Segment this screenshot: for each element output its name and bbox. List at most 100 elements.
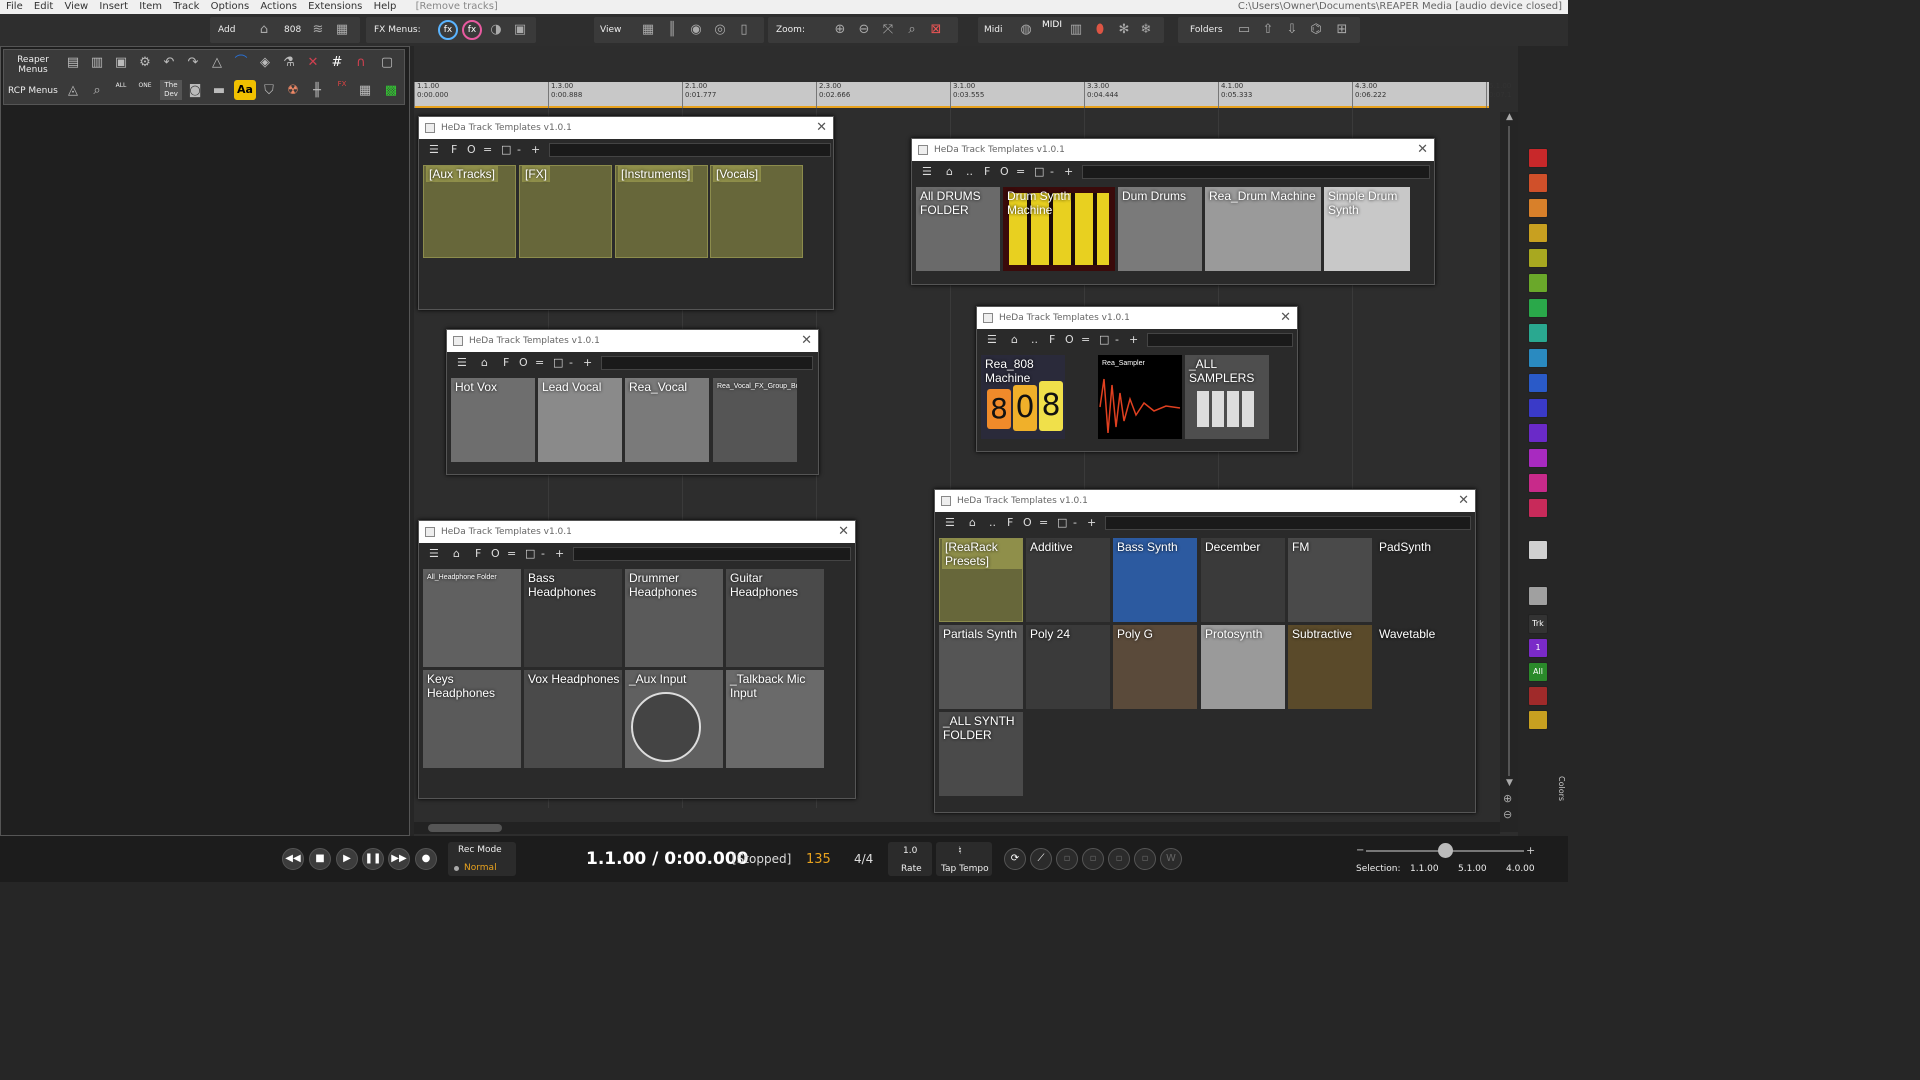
filter-button[interactable]: F: [503, 356, 509, 369]
scroll-thumb[interactable]: [428, 824, 502, 832]
pause-icon[interactable]: ❚❚: [362, 848, 384, 870]
color-swatch[interactable]: [1528, 148, 1548, 168]
template-tile[interactable]: Protosynth: [1201, 625, 1285, 709]
list-view-button[interactable]: =: [1081, 333, 1090, 346]
grid-view-icon[interactable]: ▦: [356, 82, 374, 100]
selection-start[interactable]: 1.1.00: [1410, 864, 1439, 874]
color-swatch[interactable]: [1528, 448, 1548, 468]
template-tile[interactable]: Rea_Drum Machine: [1205, 187, 1321, 271]
template-tile[interactable]: All_Headphone Folder: [423, 569, 521, 667]
folder-up-icon[interactable]: ⇧: [1260, 22, 1276, 38]
zoom-in-button[interactable]: +: [1064, 165, 1073, 178]
color-swatch[interactable]: [1528, 198, 1548, 218]
template-tile[interactable]: Partials Synth: [939, 625, 1023, 709]
options-button[interactable]: O: [467, 143, 476, 156]
close-icon[interactable]: ✕: [816, 117, 827, 139]
window-titlebar[interactable]: HeDa Track Templates v1.0.1 ✕: [447, 330, 818, 352]
list-view-button[interactable]: =: [1016, 165, 1025, 178]
reaper-menus-label[interactable]: Reaper Menus: [8, 55, 58, 75]
folder-down-icon[interactable]: ⇩: [1284, 22, 1300, 38]
envelope-icon[interactable]: ⚗: [280, 54, 298, 72]
home-icon[interactable]: ⌂: [1011, 333, 1018, 346]
tap-tempo-box[interactable]: ♮ Tap Tempo: [936, 842, 992, 876]
menu-options[interactable]: Options: [211, 0, 250, 14]
template-tile[interactable]: Hot Vox: [451, 378, 535, 462]
options-button[interactable]: O: [1023, 516, 1032, 529]
template-tile[interactable]: Rea_Vocal: [625, 378, 709, 462]
template-tile[interactable]: Drummer Headphones: [625, 569, 723, 667]
options-button[interactable]: O: [519, 356, 528, 369]
zoom-in-icon[interactable]: ⊕: [832, 22, 848, 38]
template-tile[interactable]: 8 0 8 Rea_808 Machine: [981, 355, 1065, 439]
fx-button[interactable]: FX: [332, 80, 352, 88]
option-a-icon[interactable]: ▫: [1056, 848, 1078, 870]
scroll-track[interactable]: [1508, 126, 1510, 776]
track-color-button[interactable]: Trk: [1528, 614, 1548, 634]
option-w-icon[interactable]: W: [1160, 848, 1182, 870]
zoom-out-button[interactable]: -: [569, 356, 573, 369]
undo-icon[interactable]: ↶: [160, 54, 178, 72]
lock-toolbar-icon[interactable]: ▢: [378, 54, 396, 72]
window-titlebar[interactable]: HeDa Track Templates v1.0.1 ✕: [419, 117, 833, 139]
menu-icon[interactable]: ☰: [429, 143, 439, 156]
color-swatch[interactable]: [1528, 348, 1548, 368]
color-reset-icon[interactable]: [1528, 686, 1548, 706]
palette-icon[interactable]: [1528, 710, 1548, 730]
color-swatch[interactable]: [1528, 173, 1548, 193]
filter-button[interactable]: F: [984, 165, 990, 178]
template-tile[interactable]: Guitar Headphones: [726, 569, 824, 667]
template-tile[interactable]: FM: [1288, 538, 1372, 622]
folder-tile[interactable]: [Vocals]: [710, 165, 803, 258]
controller-icon[interactable]: ▬: [210, 82, 228, 100]
playrate-slider-handle[interactable]: [1438, 843, 1453, 858]
template-tile[interactable]: PadSynth: [1375, 538, 1459, 622]
folders-label[interactable]: Folders: [1190, 25, 1223, 35]
close-icon[interactable]: ✕: [838, 521, 849, 543]
fx-browser-icon[interactable]: fx: [462, 20, 482, 40]
zoom-out-icon[interactable]: ⊖: [856, 22, 872, 38]
zoom-out-button[interactable]: -: [1115, 333, 1119, 346]
play-icon[interactable]: ▶: [336, 848, 358, 870]
calculator-icon[interactable]: ▩: [382, 82, 400, 100]
new-project-icon[interactable]: ▤: [64, 54, 82, 72]
color-swatch[interactable]: [1528, 423, 1548, 443]
color-swatch[interactable]: [1528, 586, 1548, 606]
list-view-button[interactable]: =: [535, 356, 544, 369]
search-icon[interactable]: ⌕: [88, 82, 106, 100]
record-icon[interactable]: ●: [415, 848, 437, 870]
home-icon[interactable]: ⌂: [453, 547, 460, 560]
zoom-fit-icon[interactable]: ⤧: [880, 22, 896, 38]
list-view-button[interactable]: =: [507, 547, 516, 560]
save-icon[interactable]: ▣: [112, 54, 130, 72]
zoom-out-icon[interactable]: ⊖: [1503, 808, 1512, 821]
folder-tree-icon[interactable]: ⌬: [1308, 22, 1324, 38]
color-swatch[interactable]: [1528, 323, 1548, 343]
zoom-in-button[interactable]: +: [1129, 333, 1138, 346]
filter-button[interactable]: F: [1049, 333, 1055, 346]
menu-item[interactable]: Item: [139, 0, 162, 14]
grid-view-button[interactable]: □: [1099, 333, 1109, 346]
zoom-selection-icon[interactable]: ⌕: [904, 22, 920, 38]
template-tile[interactable]: Poly 24: [1026, 625, 1110, 709]
template-tile[interactable]: Rea_Sampler: [1098, 355, 1182, 439]
automation-icon[interactable]: ⟋: [1030, 848, 1052, 870]
template-tile[interactable]: _ALL SAMPLERS: [1185, 355, 1269, 439]
color-swatch[interactable]: [1528, 540, 1548, 560]
loop-icon[interactable]: ⟳: [1004, 848, 1026, 870]
redo-icon[interactable]: ↷: [184, 54, 202, 72]
color-swatch[interactable]: [1528, 273, 1548, 293]
rate-box[interactable]: 1.0 Rate: [888, 842, 932, 876]
selection-end[interactable]: 5.1.00: [1458, 864, 1487, 874]
freeze-icon[interactable]: ❄: [1138, 22, 1154, 38]
scroll-down-icon[interactable]: ▼: [1506, 778, 1513, 788]
zoom-out-button[interactable]: -: [1050, 165, 1054, 178]
home-icon[interactable]: ⌂: [481, 356, 488, 369]
folder-tile[interactable]: [FX]: [519, 165, 612, 258]
scroll-up-icon[interactable]: ▲: [1506, 112, 1513, 122]
zoom-in-button[interactable]: +: [1087, 516, 1096, 529]
zoom-in-button[interactable]: +: [583, 356, 592, 369]
position-display[interactable]: 1.1.00 / 0:00.000: [586, 849, 749, 869]
font-size-button[interactable]: Aa: [234, 80, 256, 100]
window-titlebar[interactable]: HeDa Track Templates v1.0.1 ✕: [912, 139, 1434, 161]
add-label[interactable]: Add: [218, 25, 235, 35]
